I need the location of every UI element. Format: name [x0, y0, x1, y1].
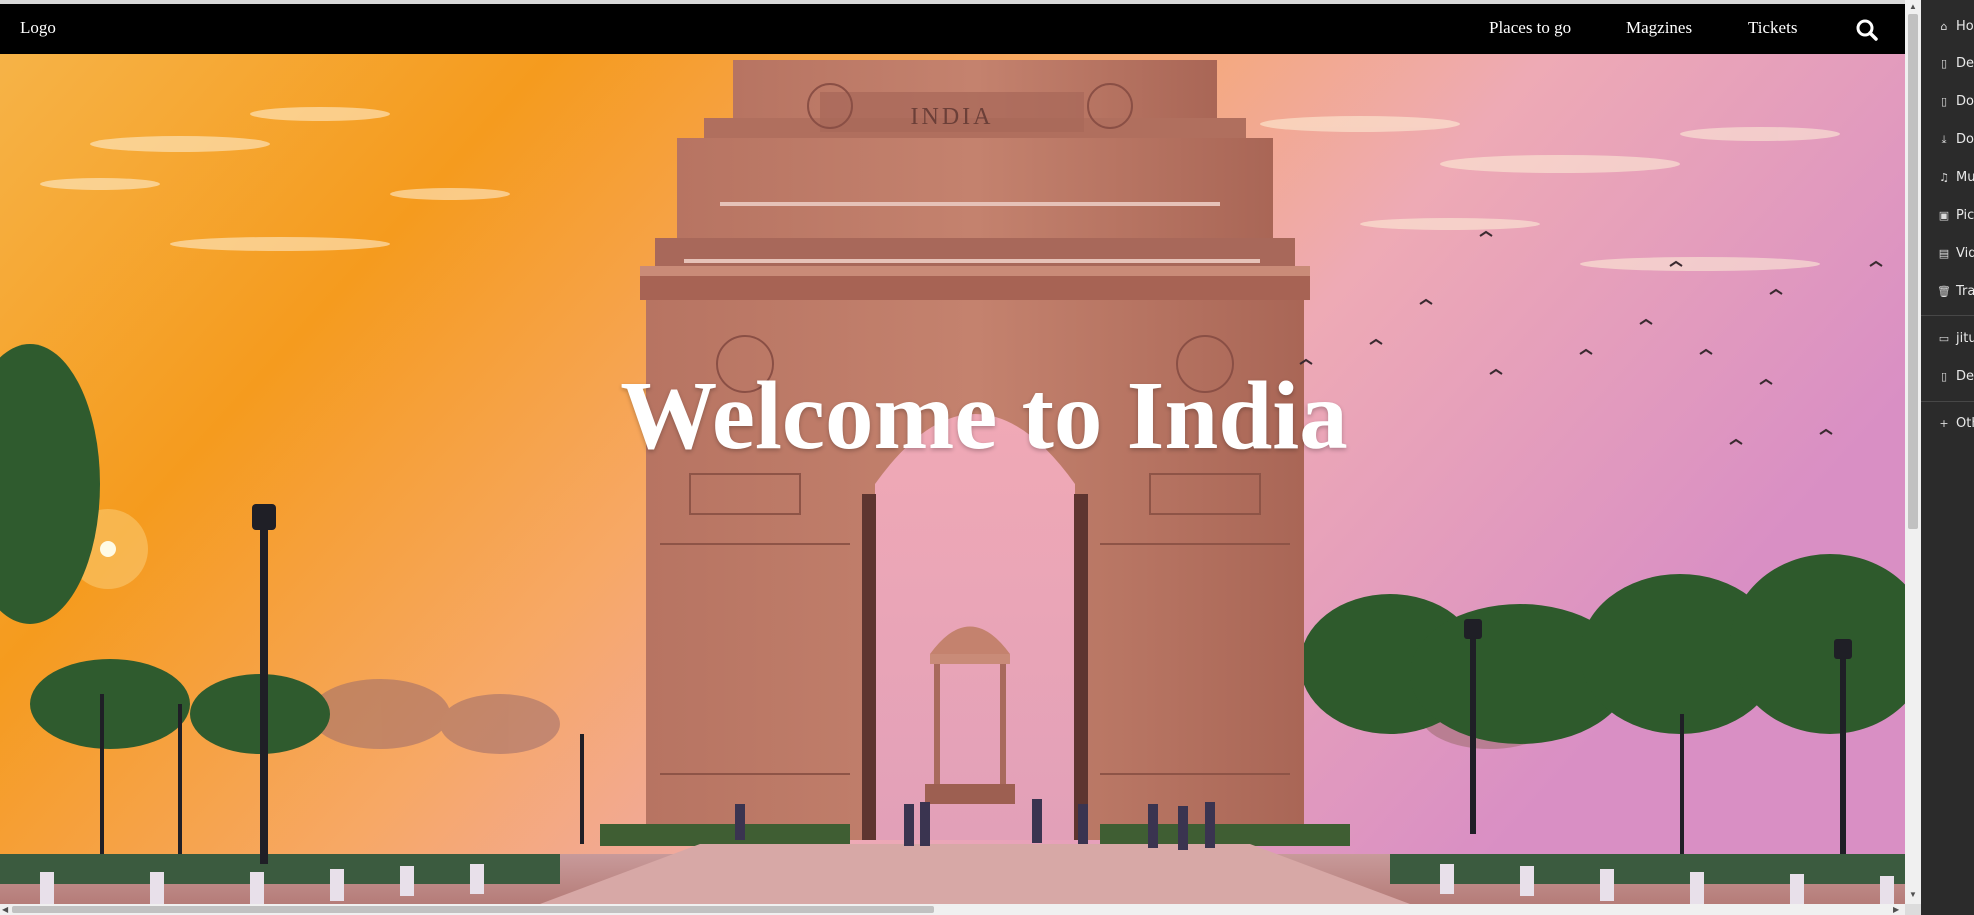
nav-link-places[interactable]: Places to go [1489, 18, 1571, 38]
scroll-right-arrow-icon[interactable]: ▶ [1893, 905, 1899, 914]
vertical-scrollbar[interactable]: ▲ ▼ [1905, 0, 1921, 904]
horizontal-scroll-thumb[interactable] [12, 906, 934, 913]
scrollbar-corner [1905, 904, 1921, 915]
document-icon: ▯ [1940, 57, 1948, 70]
sidebar-item-documents[interactable]: ▯Documents [1937, 94, 1974, 114]
trash-icon: 🗑 [1937, 285, 1951, 298]
sidebar-item-downloads[interactable]: ⤓Downloads [1937, 132, 1974, 152]
sidebar-item-trash[interactable]: 🗑Trash [1937, 284, 1974, 304]
scroll-up-arrow-icon[interactable]: ▲ [1909, 2, 1917, 11]
nav-link-tickets[interactable]: Tickets [1748, 18, 1797, 38]
plus-icon: + [1939, 417, 1949, 430]
arch-inscription: INDIA [911, 104, 994, 130]
file-manager-sidebar: ⌂Home ▯Desktop ▯Documents ⤓Downloads ♫Mu… [1921, 0, 1974, 915]
sidebar-item-jitu[interactable]: ▭ jitu [1937, 331, 1974, 351]
scroll-down-arrow-icon[interactable]: ▼ [1909, 890, 1917, 899]
picture-icon: ▣ [1938, 209, 1950, 222]
sidebar-item-home[interactable]: ⌂Home [1937, 19, 1974, 39]
sidebar-item-desktop[interactable]: ▯Desktop [1937, 56, 1974, 76]
sidebar-item-music[interactable]: ♫Music [1937, 170, 1974, 190]
hero-title: Welcome to India [620, 362, 1348, 469]
download-icon: ⤓ [1941, 133, 1947, 146]
sidebar-item-desktop-bookmark[interactable]: ▯Desktop [1937, 369, 1974, 389]
video-icon: ▤ [1938, 247, 1950, 260]
home-icon: ⌂ [1940, 20, 1948, 33]
folder-icon: ▭ [1938, 332, 1950, 345]
sidebar-item-pictures[interactable]: ▣Pictures [1937, 208, 1974, 228]
sidebar-item-other-locations[interactable]: +Other Locations [1937, 416, 1974, 436]
sidebar-divider [1921, 401, 1974, 402]
browser-viewport: Logo Places to go Magzines Tickets INDIA… [0, 0, 1905, 915]
scroll-left-arrow-icon[interactable]: ◀ [2, 905, 8, 914]
document-icon: ▯ [1940, 370, 1948, 383]
document-icon: ▯ [1940, 95, 1948, 108]
hero-banner: INDIA [0, 54, 1905, 904]
music-icon: ♫ [1939, 171, 1949, 184]
navbar: Logo Places to go Magzines Tickets [0, 4, 1905, 54]
nav-link-magazines[interactable]: Magzines [1626, 18, 1692, 38]
horizontal-scrollbar[interactable]: ◀ ▶ [0, 904, 1905, 915]
sidebar-item-videos[interactable]: ▤Videos [1937, 246, 1974, 266]
hero-image: INDIA [0, 54, 1905, 904]
vertical-scroll-thumb[interactable] [1908, 14, 1918, 529]
search-icon[interactable] [1855, 18, 1879, 42]
sidebar-divider [1921, 315, 1974, 316]
logo[interactable]: Logo [20, 18, 56, 38]
